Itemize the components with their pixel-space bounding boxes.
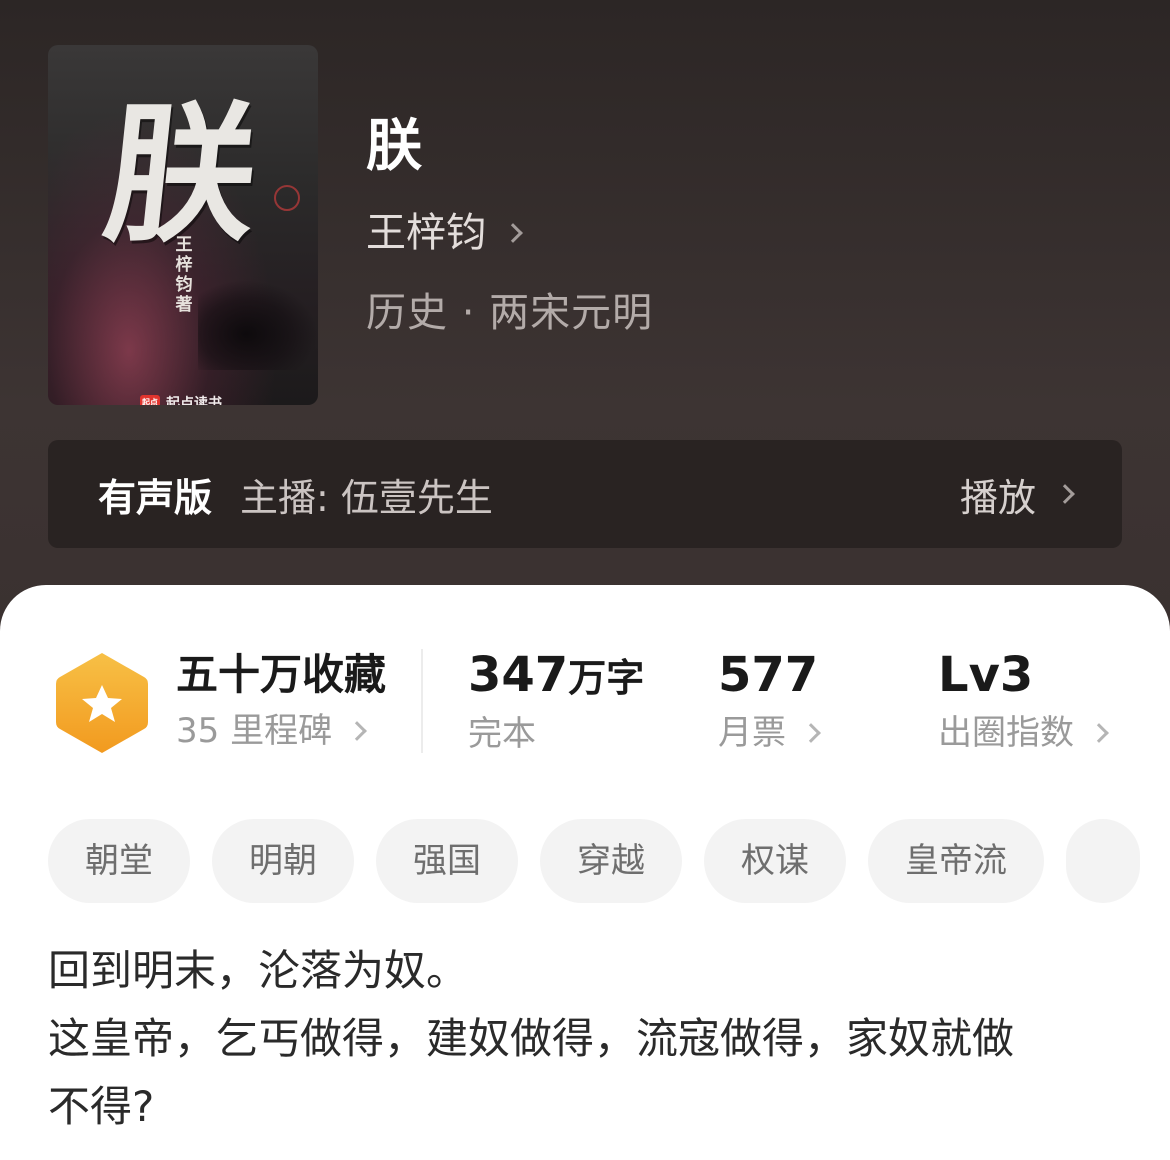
word-count-stat: 347万字 完本 [468, 645, 644, 760]
synopsis-line: 不得? [48, 1082, 155, 1131]
audio-host: 主播: 伍壹先生 [240, 475, 493, 520]
word-count-unit: 万字 [568, 656, 645, 700]
tag-chip[interactable]: 皇帝流 [868, 819, 1044, 903]
ticket-link[interactable]: 月票 [718, 707, 821, 759]
popularity-index-stat[interactable]: Lv3 出圈指数 [938, 645, 1109, 759]
stats-divider [421, 649, 423, 753]
star-medal-icon [56, 653, 148, 753]
play-button[interactable]: 播放 [959, 467, 1075, 522]
tag-chip[interactable]: 穿越 [540, 819, 682, 903]
chevron-right-icon [801, 723, 821, 743]
chevron-right-icon [1089, 723, 1109, 743]
audio-version-bar[interactable]: 有声版 主播: 伍壹先生 播放 [48, 440, 1122, 548]
author-name: 王梓钧 [366, 210, 486, 256]
tag-chip[interactable]: 强国 [376, 819, 518, 903]
ticket-value: 577 [718, 647, 819, 703]
word-count-value: 347 [468, 647, 569, 703]
book-detail-page: 朕 王梓钧著 起点 起点读书 朕 王梓钧 历史 · 两宋元明 有声版 主播: 伍… [0, 0, 1170, 1160]
book-genre: 历史 · 两宋元明 [366, 290, 654, 336]
monthly-ticket-stat[interactable]: 577 月票 [718, 645, 821, 759]
ticket-label: 月票 [718, 713, 786, 753]
book-cover[interactable]: 朕 王梓钧著 起点 起点读书 [48, 45, 318, 405]
tag-chip[interactable] [1066, 819, 1140, 903]
completion-status: 完本 [468, 714, 536, 754]
index-link[interactable]: 出圈指数 [938, 707, 1109, 759]
tag-list: 朝堂 明朝 强国 穿越 权谋 皇帝流 [48, 819, 1146, 903]
tag-chip[interactable]: 朝堂 [48, 819, 190, 903]
chevron-right-icon [347, 721, 367, 741]
tag-chip[interactable]: 权谋 [704, 819, 846, 903]
play-label: 播放 [959, 475, 1036, 520]
cover-title-char: 朕 [96, 87, 266, 263]
milestone-label: 35 里程碑 [176, 711, 333, 751]
milestone-link[interactable]: 35 里程碑 [176, 705, 386, 757]
word-count: 347万字 [468, 645, 644, 708]
publisher-logo-icon: 起点 [140, 395, 160, 405]
collection-title: 五十万收藏 [176, 650, 387, 699]
index-label: 出圈指数 [938, 713, 1074, 753]
cover-illustration [198, 280, 318, 370]
book-synopsis[interactable]: 回到明末，沦落为奴。 这皇帝，乞丐做得，建奴做得，流寇做得，家奴就做 不得? [48, 937, 1128, 1141]
tag-chip[interactable]: 明朝 [212, 819, 354, 903]
chevron-right-icon [1055, 484, 1075, 504]
index-value: Lv3 [938, 647, 1034, 703]
publisher-name: 起点读书 [166, 396, 222, 405]
audio-badge: 有声版 [98, 475, 213, 520]
info-card: 五十万收藏 35 里程碑 347万字 完本 577 月票 Lv3 出圈指数 朝堂… [0, 585, 1170, 1160]
stats-row: 五十万收藏 35 里程碑 347万字 完本 577 月票 Lv3 出圈指数 [0, 645, 1170, 765]
cover-publisher: 起点 起点读书 [140, 393, 222, 405]
collection-stat[interactable]: 五十万收藏 35 里程碑 [176, 645, 386, 757]
book-title: 朕 [366, 114, 422, 179]
ticket-count: 577 [718, 645, 818, 707]
author-link[interactable]: 王梓钧 [366, 205, 523, 261]
synopsis-line: 回到明末，沦落为奴。 [48, 946, 469, 995]
index-level: Lv3 [938, 645, 1106, 707]
chevron-right-icon [503, 223, 523, 243]
cover-author: 王梓钧著 [175, 235, 193, 315]
cover-seal [274, 185, 300, 211]
synopsis-line: 这皇帝，乞丐做得，建奴做得，流寇做得，家奴就做 [48, 1014, 1015, 1063]
